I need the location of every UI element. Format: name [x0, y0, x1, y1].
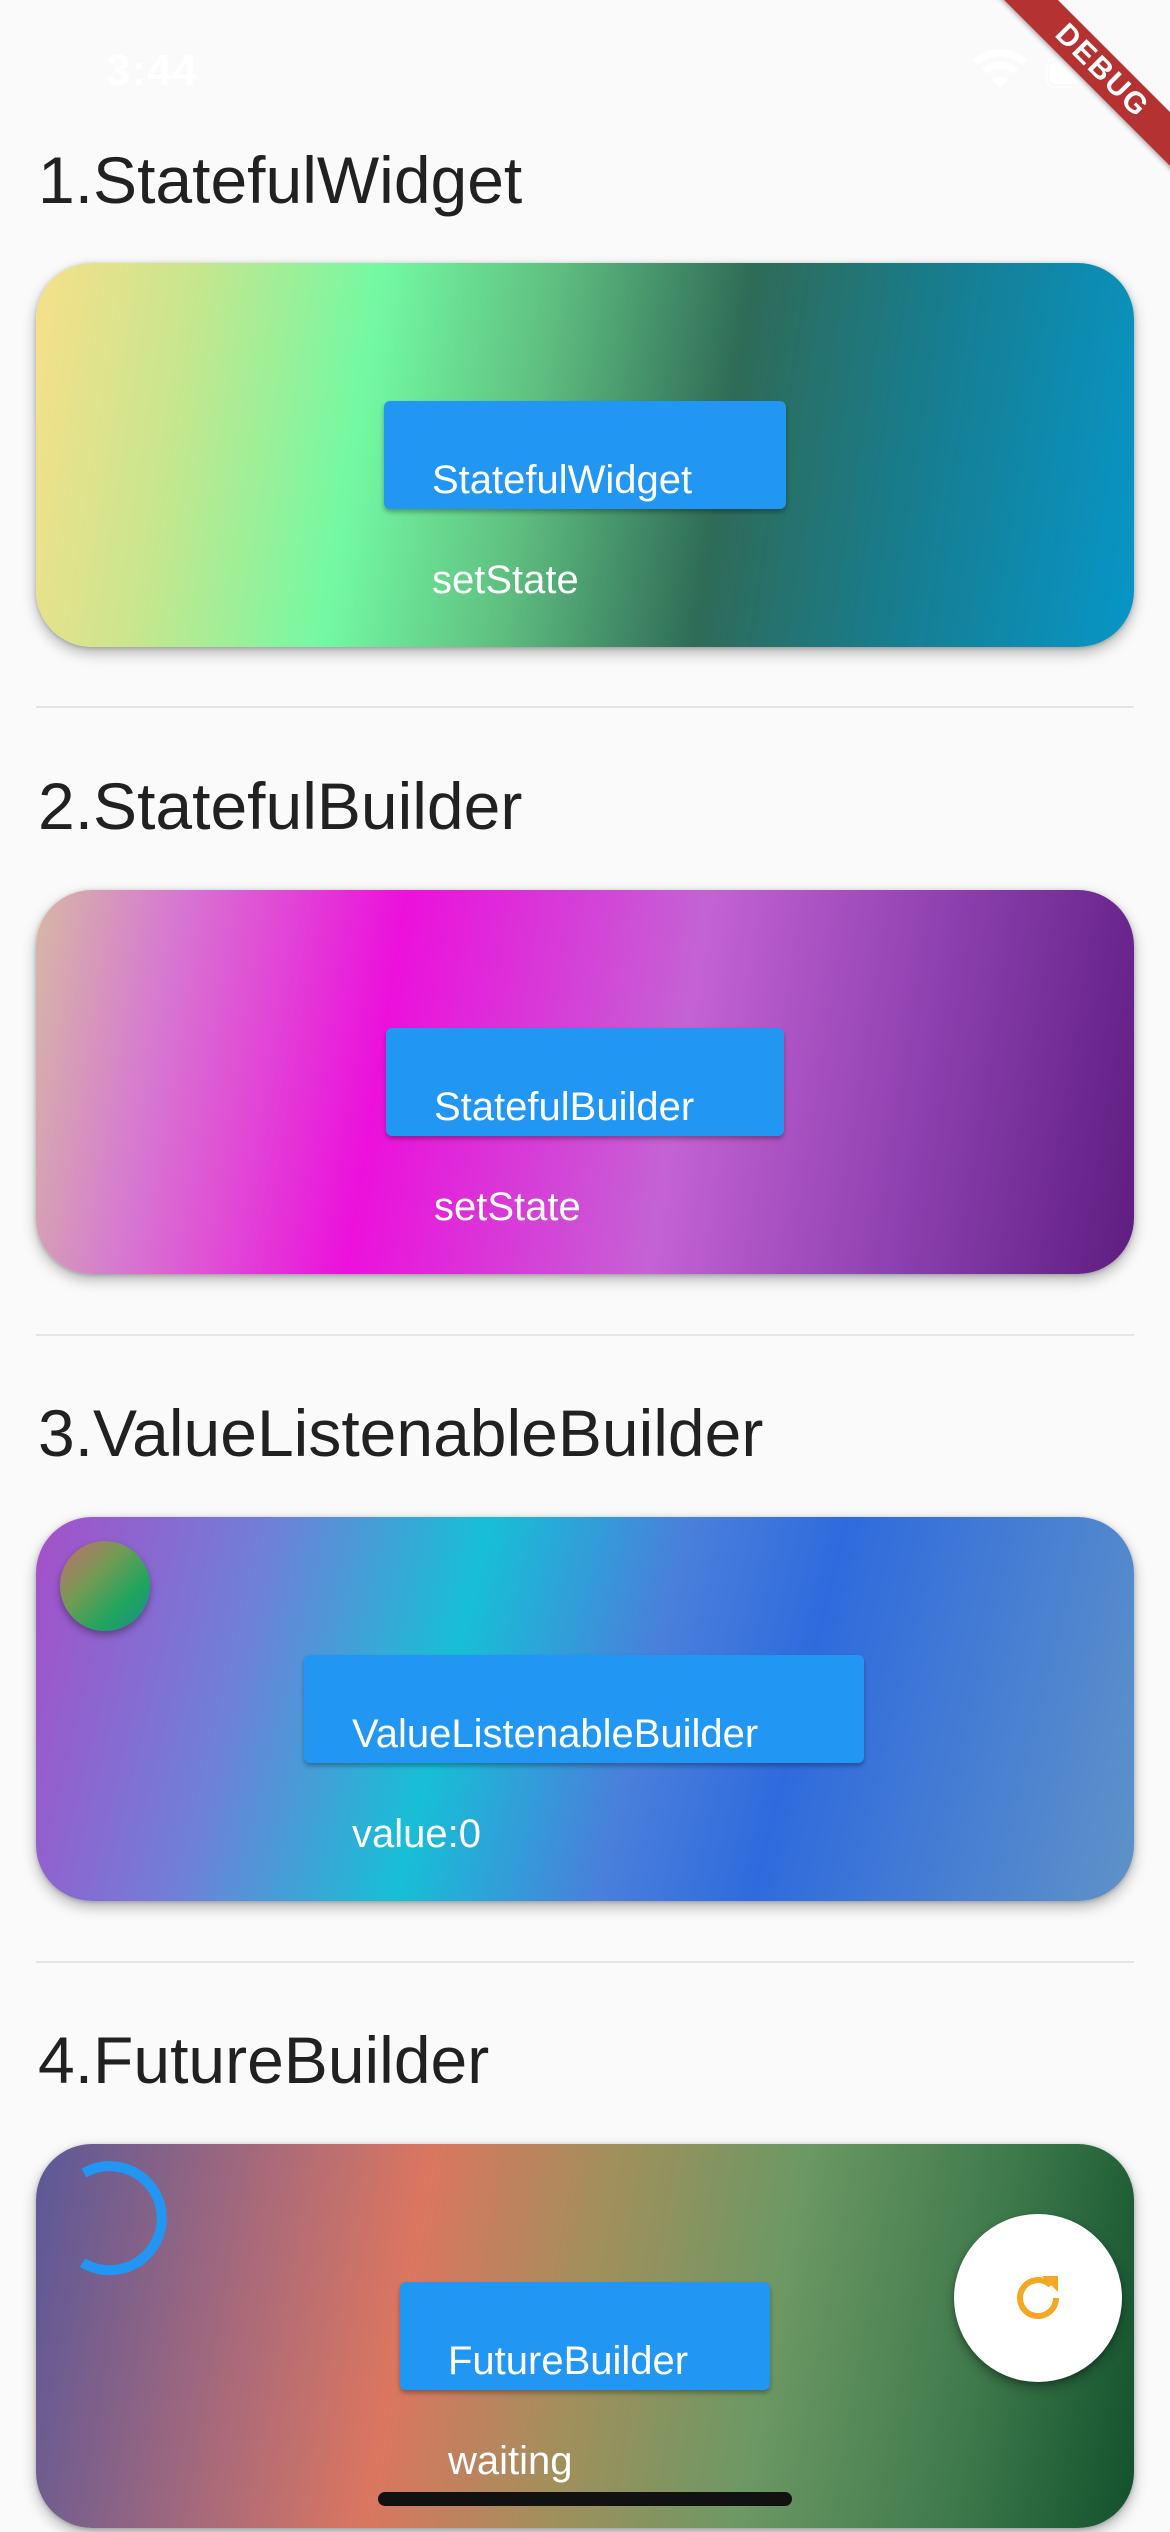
button-label-line1: StatefulBuilder — [434, 1085, 695, 1129]
value-listenable-builder-button[interactable]: ValueListenableBuilder value:0 — [304, 1655, 864, 1856]
section-divider — [36, 1961, 1134, 1963]
stateful-builder-set-state-button[interactable]: StatefulBuilder setState — [386, 1028, 784, 1229]
section-title-stateful-builder: 2.StatefulBuilder — [38, 769, 523, 843]
button-label-line2: setState — [434, 1185, 581, 1229]
section-title-value-listenable-builder: 3.ValueListenableBuilder — [38, 1396, 764, 1470]
button-label-line1: StatefulWidget — [432, 458, 693, 502]
stateful-widget-set-state-button[interactable]: StatefulWidget setState — [384, 401, 786, 602]
loading-spinner-icon — [80, 2161, 167, 2276]
section-title-future-builder: 4.FutureBuilder — [38, 2023, 490, 2097]
section-divider — [36, 706, 1134, 708]
stateful-builder-card: StatefulBuilder setState — [36, 890, 1134, 1274]
refresh-icon — [1017, 2276, 1060, 2320]
status-time: 3:44 — [106, 46, 199, 95]
future-builder-button[interactable]: FutureBuilder waiting — [400, 2282, 770, 2483]
home-indicator — [378, 2492, 792, 2506]
button-label-line1: ValueListenableBuilder — [352, 1712, 759, 1756]
battery-icon — [1046, 58, 1114, 88]
button-label-line2: value:0 — [352, 1812, 481, 1856]
button-label-line2: waiting — [448, 2439, 573, 2483]
refresh-fab[interactable] — [954, 2214, 1122, 2382]
section-title-stateful-widget: 1.StatefulWidget — [38, 143, 523, 217]
status-bar: 3:44 — [0, 0, 1170, 140]
stateful-widget-card: StatefulWidget setState — [36, 263, 1134, 647]
button-label-line2: setState — [432, 558, 579, 602]
gradient-circle-indicator — [60, 1541, 150, 1631]
section-divider — [36, 1334, 1134, 1336]
wifi-icon — [973, 50, 1027, 88]
value-listenable-builder-card: ValueListenableBuilder value:0 — [36, 1517, 1134, 1901]
button-label-line1: FutureBuilder — [448, 2339, 689, 2383]
